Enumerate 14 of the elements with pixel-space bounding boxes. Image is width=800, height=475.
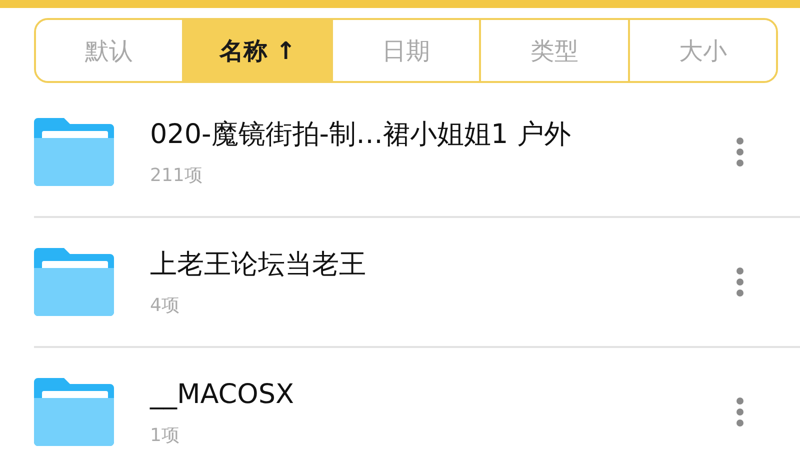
folder-icon: [34, 248, 114, 316]
more-options-icon[interactable]: [736, 267, 744, 297]
folder-icon: [34, 118, 114, 186]
more-options-icon[interactable]: [736, 137, 744, 167]
folder-icon: [34, 378, 114, 446]
more-options-icon[interactable]: [736, 397, 744, 427]
folder-name: __MACOSX: [150, 378, 294, 412]
sort-tab[interactable]: 名称 ↑: [182, 20, 331, 81]
sort-tab[interactable]: 大小: [628, 20, 776, 81]
folder-name: 上老王论坛当老王: [150, 248, 366, 282]
item-count: 4项: [150, 294, 180, 318]
item-count: 211项: [150, 164, 202, 188]
folder-name: 020-魔镜街拍-制…裙小姐姐1 户外: [150, 118, 571, 152]
item-count: 1项: [150, 424, 180, 448]
